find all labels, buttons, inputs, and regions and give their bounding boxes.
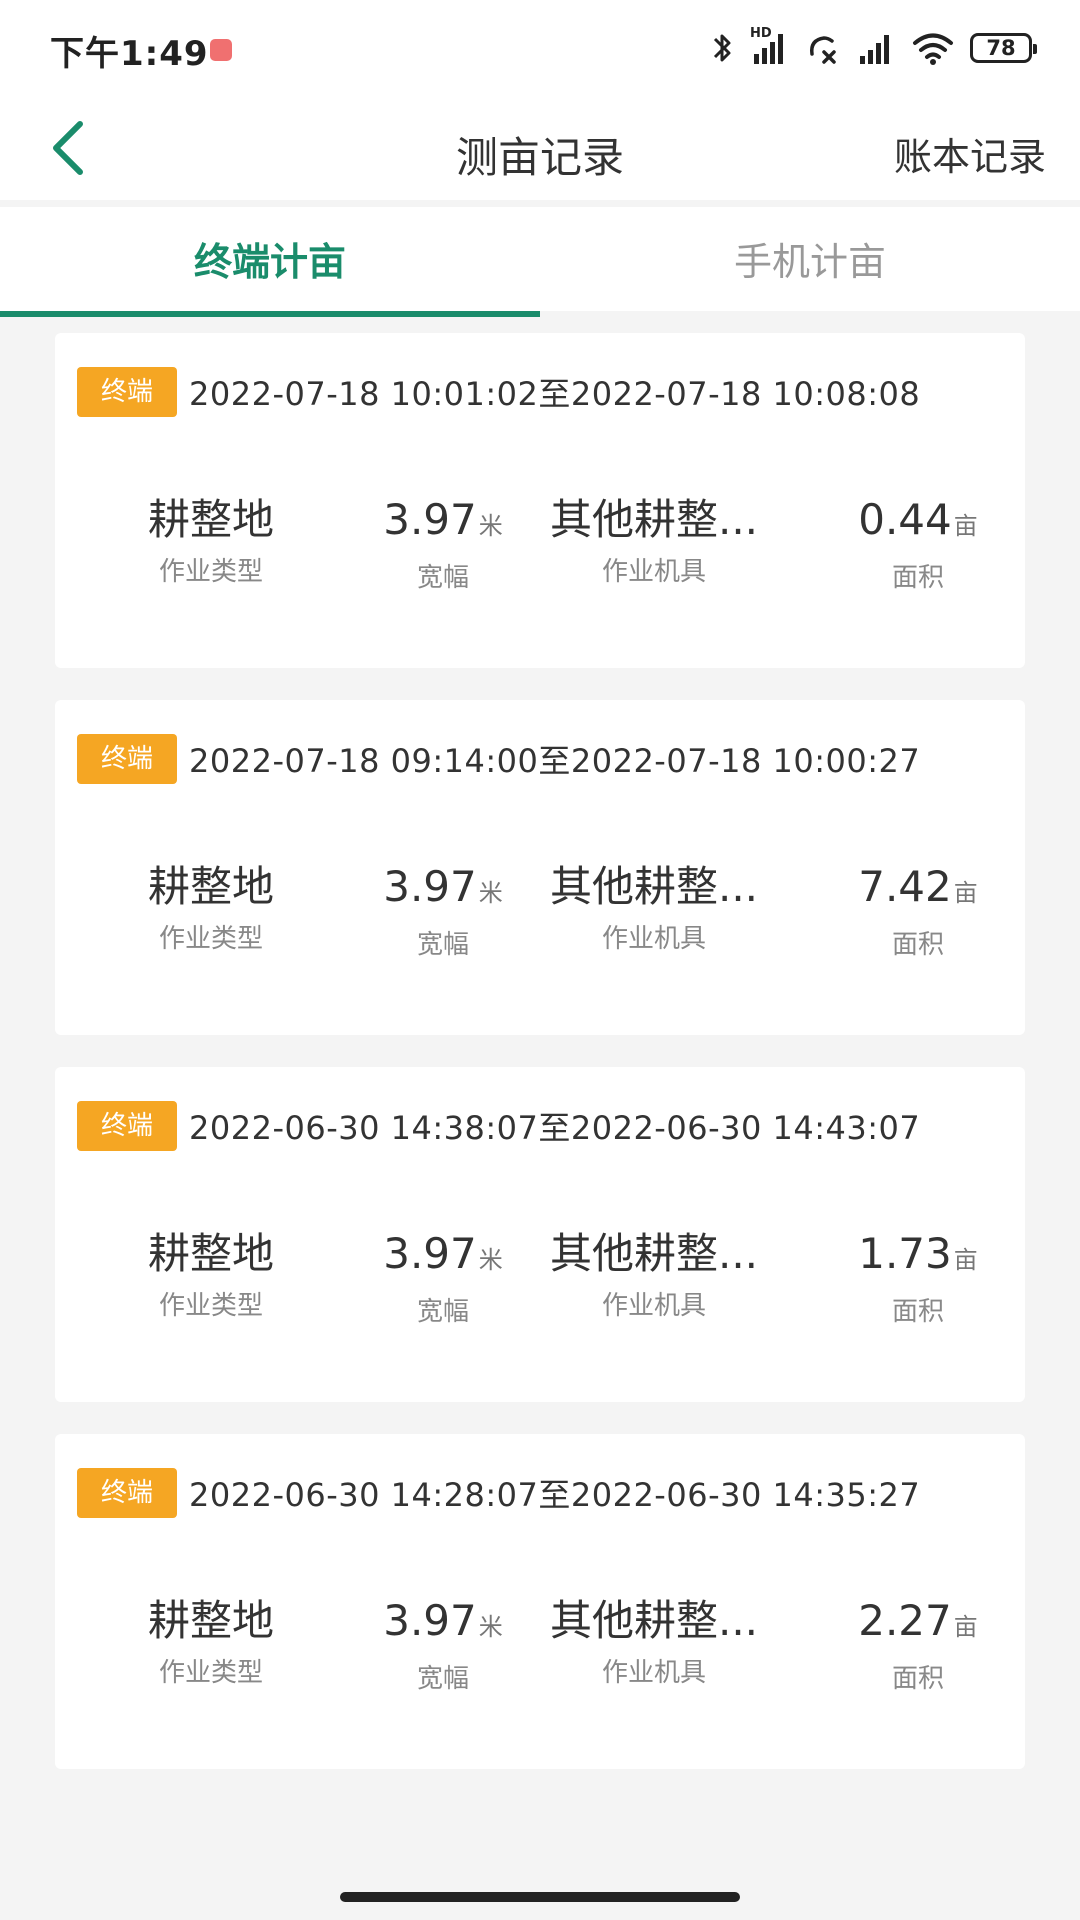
tool-stat: 其他耕整... 作业机具 — [538, 862, 770, 955]
area-unit: 亩 — [953, 512, 978, 540]
tool-value: 其他耕整... — [549, 1596, 759, 1645]
area-label: 面积 — [891, 563, 944, 593]
area-value: 1.73 — [858, 1229, 952, 1278]
record-time-range: 2022-07-18 10:01:02至2022-07-18 10:08:08 — [189, 375, 921, 413]
record-stats: 耕整地 作业类型 3.97米 宽幅 其他耕整... 作业机具 0.44亩 面积 — [55, 495, 1025, 595]
record-card[interactable]: 终端 2022-06-30 14:28:07至2022-06-30 14:35:… — [55, 1434, 1025, 1769]
ledger-records-button[interactable]: 账本记录 — [894, 126, 1046, 181]
area-stat: 2.27亩 面积 — [802, 1596, 1034, 1695]
width-label: 宽幅 — [416, 1664, 469, 1694]
terminal-badge: 终端 — [77, 734, 177, 784]
area-stat: 7.42亩 面积 — [802, 862, 1034, 961]
terminal-badge: 终端 — [77, 1101, 177, 1151]
job-type-value: 耕整地 — [147, 862, 274, 911]
record-stats: 耕整地 作业类型 3.97米 宽幅 其他耕整... 作业机具 2.27亩 面积 — [55, 1596, 1025, 1696]
wifi-icon — [913, 33, 953, 65]
area-label: 面积 — [891, 930, 944, 960]
width-stat: 3.97米 宽幅 — [327, 495, 559, 594]
job-type-value: 耕整地 — [147, 495, 274, 544]
record-time-range: 2022-07-18 09:14:00至2022-07-18 10:00:27 — [189, 742, 921, 780]
record-card[interactable]: 终端 2022-07-18 09:14:00至2022-07-18 10:00:… — [55, 700, 1025, 1035]
tool-value: 其他耕整... — [549, 1229, 759, 1278]
status-bar: 下午1:49 HD 78 — [0, 0, 1080, 96]
width-label: 宽幅 — [416, 563, 469, 593]
home-indicator[interactable] — [340, 1892, 740, 1902]
tool-label: 作业机具 — [601, 1291, 706, 1321]
job-type-stat: 耕整地 作业类型 — [95, 1596, 327, 1689]
tool-label: 作业机具 — [601, 1658, 706, 1688]
notification-icon — [210, 39, 232, 61]
record-time-range: 2022-06-30 14:38:07至2022-06-30 14:43:07 — [189, 1109, 921, 1147]
record-card[interactable]: 终端 2022-07-18 10:01:02至2022-07-18 10:08:… — [55, 333, 1025, 668]
tool-value: 其他耕整... — [549, 495, 759, 544]
tab-terminal-count[interactable]: 终端计亩 — [0, 207, 540, 317]
area-value: 0.44 — [858, 495, 952, 544]
width-unit: 米 — [478, 879, 503, 907]
bluetooth-icon — [713, 34, 731, 62]
terminal-badge: 终端 — [77, 367, 177, 417]
tab-phone-count[interactable]: 手机计亩 — [540, 207, 1080, 311]
width-stat: 3.97米 宽幅 — [327, 1596, 559, 1695]
width-value: 3.97 — [383, 1229, 477, 1278]
width-label: 宽幅 — [416, 1297, 469, 1327]
call-icon — [810, 36, 836, 64]
tool-stat: 其他耕整... 作业机具 — [538, 495, 770, 588]
width-stat: 3.97米 宽幅 — [327, 1229, 559, 1328]
job-type-stat: 耕整地 作业类型 — [95, 1229, 327, 1322]
record-list: 终端 2022-07-18 10:01:02至2022-07-18 10:08:… — [55, 333, 1025, 1801]
record-stats: 耕整地 作业类型 3.97米 宽幅 其他耕整... 作业机具 7.42亩 面积 — [55, 862, 1025, 962]
tool-stat: 其他耕整... 作业机具 — [538, 1596, 770, 1689]
tool-value: 其他耕整... — [549, 862, 759, 911]
status-time: 下午1:49 — [50, 34, 209, 74]
area-value: 2.27 — [858, 1596, 952, 1645]
record-time-range: 2022-06-30 14:28:07至2022-06-30 14:35:27 — [189, 1476, 921, 1514]
width-unit: 米 — [478, 1613, 503, 1641]
width-unit: 米 — [478, 1246, 503, 1274]
job-type-stat: 耕整地 作业类型 — [95, 862, 327, 955]
area-value: 7.42 — [858, 862, 952, 911]
tool-stat: 其他耕整... 作业机具 — [538, 1229, 770, 1322]
area-unit: 亩 — [953, 1613, 978, 1641]
record-stats: 耕整地 作业类型 3.97米 宽幅 其他耕整... 作业机具 1.73亩 面积 — [55, 1229, 1025, 1329]
area-label: 面积 — [891, 1664, 944, 1694]
cellular-signal-2-icon — [860, 35, 889, 64]
status-icons: HD 78 — [712, 26, 1037, 68]
tab-bar: 终端计亩 手机计亩 — [0, 207, 1080, 317]
width-label: 宽幅 — [416, 930, 469, 960]
job-type-stat: 耕整地 作业类型 — [95, 495, 327, 588]
area-unit: 亩 — [953, 1246, 978, 1274]
job-type-label: 作业类型 — [158, 924, 263, 954]
job-type-label: 作业类型 — [158, 1658, 263, 1688]
width-value: 3.97 — [383, 862, 477, 911]
tool-label: 作业机具 — [601, 557, 706, 587]
job-type-label: 作业类型 — [158, 557, 263, 587]
width-value: 3.97 — [383, 495, 477, 544]
cellular-signal-icon: HD — [750, 26, 790, 66]
width-unit: 米 — [478, 512, 503, 540]
width-stat: 3.97米 宽幅 — [327, 862, 559, 961]
area-stat: 0.44亩 面积 — [802, 495, 1034, 594]
tool-label: 作业机具 — [601, 924, 706, 954]
width-value: 3.97 — [383, 1596, 477, 1645]
job-type-value: 耕整地 — [147, 1229, 274, 1278]
job-type-value: 耕整地 — [147, 1596, 274, 1645]
terminal-badge: 终端 — [77, 1468, 177, 1518]
battery-icon: 78 — [970, 33, 1037, 63]
area-unit: 亩 — [953, 879, 978, 907]
job-type-label: 作业类型 — [158, 1291, 263, 1321]
nav-bar: 测亩记录 账本记录 — [0, 96, 1080, 200]
area-label: 面积 — [891, 1297, 944, 1327]
record-card[interactable]: 终端 2022-06-30 14:38:07至2022-06-30 14:43:… — [55, 1067, 1025, 1402]
area-stat: 1.73亩 面积 — [802, 1229, 1034, 1328]
